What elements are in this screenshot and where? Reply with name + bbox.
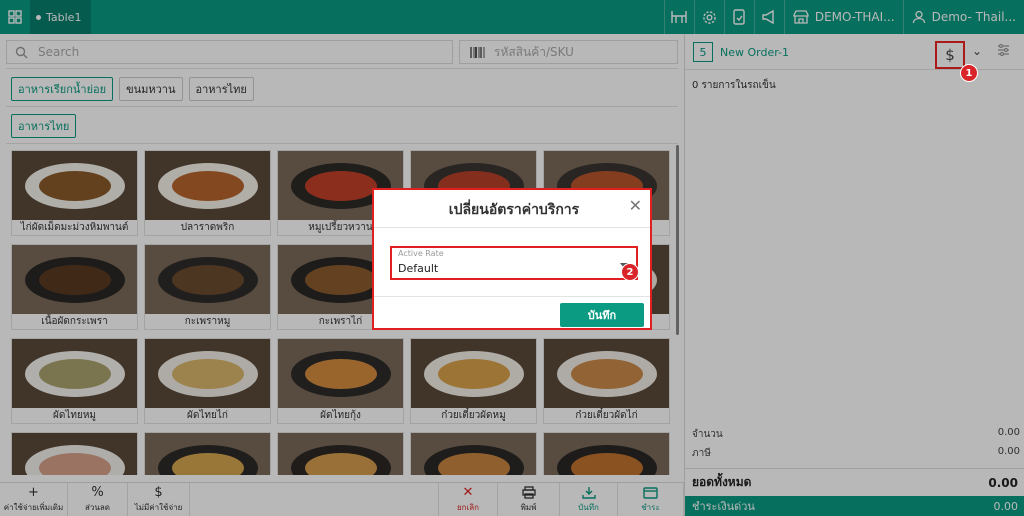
close-icon[interactable]: ✕: [629, 196, 642, 215]
change-rate-dialog: เปลี่ยนอัตราค่าบริการ ✕ Active Rate Defa…: [372, 188, 652, 330]
step-badge-1: 1: [960, 64, 978, 82]
dialog-title: เปลี่ยนอัตราค่าบริการ: [448, 202, 580, 218]
divider: [374, 296, 650, 297]
step-badge-2: 2: [621, 263, 639, 281]
dialog-save-button[interactable]: บันทึก: [560, 303, 644, 327]
active-rate-select[interactable]: Active Rate Default: [390, 246, 638, 280]
active-rate-value: Default: [398, 262, 439, 275]
divider: [374, 227, 650, 228]
active-rate-label: Active Rate: [398, 249, 444, 258]
